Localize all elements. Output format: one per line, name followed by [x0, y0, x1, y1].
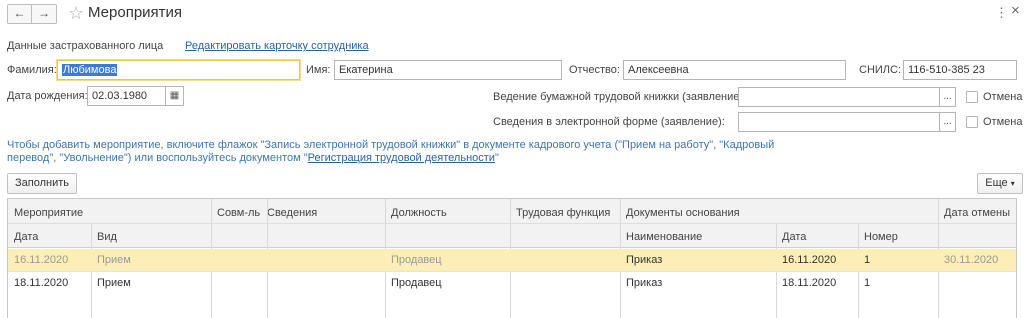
- electronic-form-select-button[interactable]: ...: [940, 112, 956, 132]
- electronic-form-cancel-checkbox[interactable]: [966, 116, 978, 128]
- patronymic-label: Отчество:: [569, 64, 620, 76]
- cell-cancel-date: 30.11.2020: [944, 254, 999, 266]
- calendar-icon: ▦: [169, 90, 180, 101]
- back-button[interactable]: ←: [7, 4, 32, 24]
- header-info[interactable]: Сведения: [267, 206, 317, 220]
- paper-book-cancel-checkbox[interactable]: [966, 91, 978, 103]
- header-row-divider: [8, 223, 1016, 224]
- table-row[interactable]: 18.11.2020 Прием Продавец Приказ 18.11.2…: [8, 272, 1016, 294]
- header-labor-function[interactable]: Трудовая функция: [516, 206, 610, 220]
- electronic-form-label: Сведения в электронной форме (заявление)…: [493, 116, 725, 128]
- cell-doc-date: 18.11.2020: [782, 277, 837, 289]
- cell-doc-name: Приказ: [626, 277, 663, 289]
- cell-doc-date: 16.11.2020: [782, 254, 837, 266]
- surname-label: Фамилия:: [7, 64, 57, 76]
- more-button-label: Еще: [985, 177, 1008, 189]
- table-row[interactable]: 16.11.2020 Прием Продавец Приказ 16.11.2…: [8, 249, 1016, 271]
- surname-value: Любимова: [62, 64, 118, 76]
- insured-section-label: Данные застрахованного лица: [7, 40, 164, 52]
- cell-date: 16.11.2020: [14, 254, 69, 266]
- cell-doc-number: 1: [864, 254, 871, 266]
- cell-doc-name: Приказ: [626, 254, 663, 266]
- calendar-button[interactable]: ▦: [166, 86, 184, 106]
- page-title: Мероприятия: [88, 4, 183, 21]
- cell-kind: Прием: [97, 277, 131, 289]
- paper-book-label: Ведение бумажной трудовой книжки (заявле…: [493, 91, 747, 103]
- more-button[interactable]: Еще ▾: [977, 173, 1023, 194]
- events-table: Мероприятие Дата Вид Совм-ль Сведения До…: [7, 198, 1017, 318]
- header-date[interactable]: Дата: [14, 230, 38, 244]
- header-doc-number[interactable]: Номер: [864, 230, 898, 244]
- birth-date-label: Дата рождения:: [7, 90, 88, 102]
- header-part-time[interactable]: Совм-ль: [217, 206, 260, 220]
- registration-document-link[interactable]: Регистрация трудовой деятельности: [308, 152, 495, 164]
- more-menu-icon[interactable]: ⋮: [995, 5, 1008, 21]
- snils-label: СНИЛС:: [859, 64, 902, 76]
- fill-button[interactable]: Заполнить: [7, 173, 77, 194]
- header-event[interactable]: Мероприятие: [14, 206, 83, 220]
- paper-book-select-button[interactable]: ...: [940, 87, 956, 107]
- cell-doc-number: 1: [864, 277, 871, 289]
- cell-kind: Прием: [97, 254, 131, 266]
- hint-text-after: ": [494, 152, 499, 164]
- favorite-star-icon[interactable]: ☆: [68, 3, 84, 23]
- header-doc-name[interactable]: Наименование: [626, 230, 702, 244]
- header-cancel-date[interactable]: Дата отмены: [944, 206, 1010, 220]
- back-arrow-icon: ←: [13, 6, 26, 20]
- hint-text: Чтобы добавить мероприятие, включите фла…: [7, 139, 807, 165]
- forward-button[interactable]: →: [32, 4, 57, 24]
- close-icon[interactable]: ×: [1011, 3, 1020, 19]
- surname-field[interactable]: Любимова: [57, 60, 300, 80]
- paper-book-field[interactable]: [738, 87, 940, 107]
- birth-date-field[interactable]: 02.03.1980: [87, 86, 166, 106]
- snils-field[interactable]: 116-510-385 23: [903, 60, 1017, 80]
- header-position[interactable]: Должность: [391, 206, 447, 220]
- name-label: Имя:: [306, 64, 331, 76]
- forward-arrow-icon: →: [38, 6, 50, 20]
- name-field[interactable]: Екатерина: [334, 60, 562, 80]
- header-doc-date[interactable]: Дата: [782, 230, 806, 244]
- caret-down-icon: ▾: [1010, 179, 1015, 188]
- header-base-documents[interactable]: Документы основания: [626, 206, 740, 220]
- cell-position: Продавец: [391, 254, 442, 266]
- cell-date: 18.11.2020: [14, 277, 69, 289]
- header-kind[interactable]: Вид: [97, 230, 117, 244]
- electronic-form-cancel-label: Отмена: [983, 116, 1023, 128]
- patronymic-field[interactable]: Алексеевна: [623, 60, 846, 80]
- cell-position: Продавец: [391, 277, 442, 289]
- paper-book-cancel-label: Отмена: [983, 91, 1023, 103]
- edit-employee-card-link[interactable]: Редактировать карточку сотрудника: [185, 39, 369, 53]
- electronic-form-field[interactable]: [738, 112, 940, 132]
